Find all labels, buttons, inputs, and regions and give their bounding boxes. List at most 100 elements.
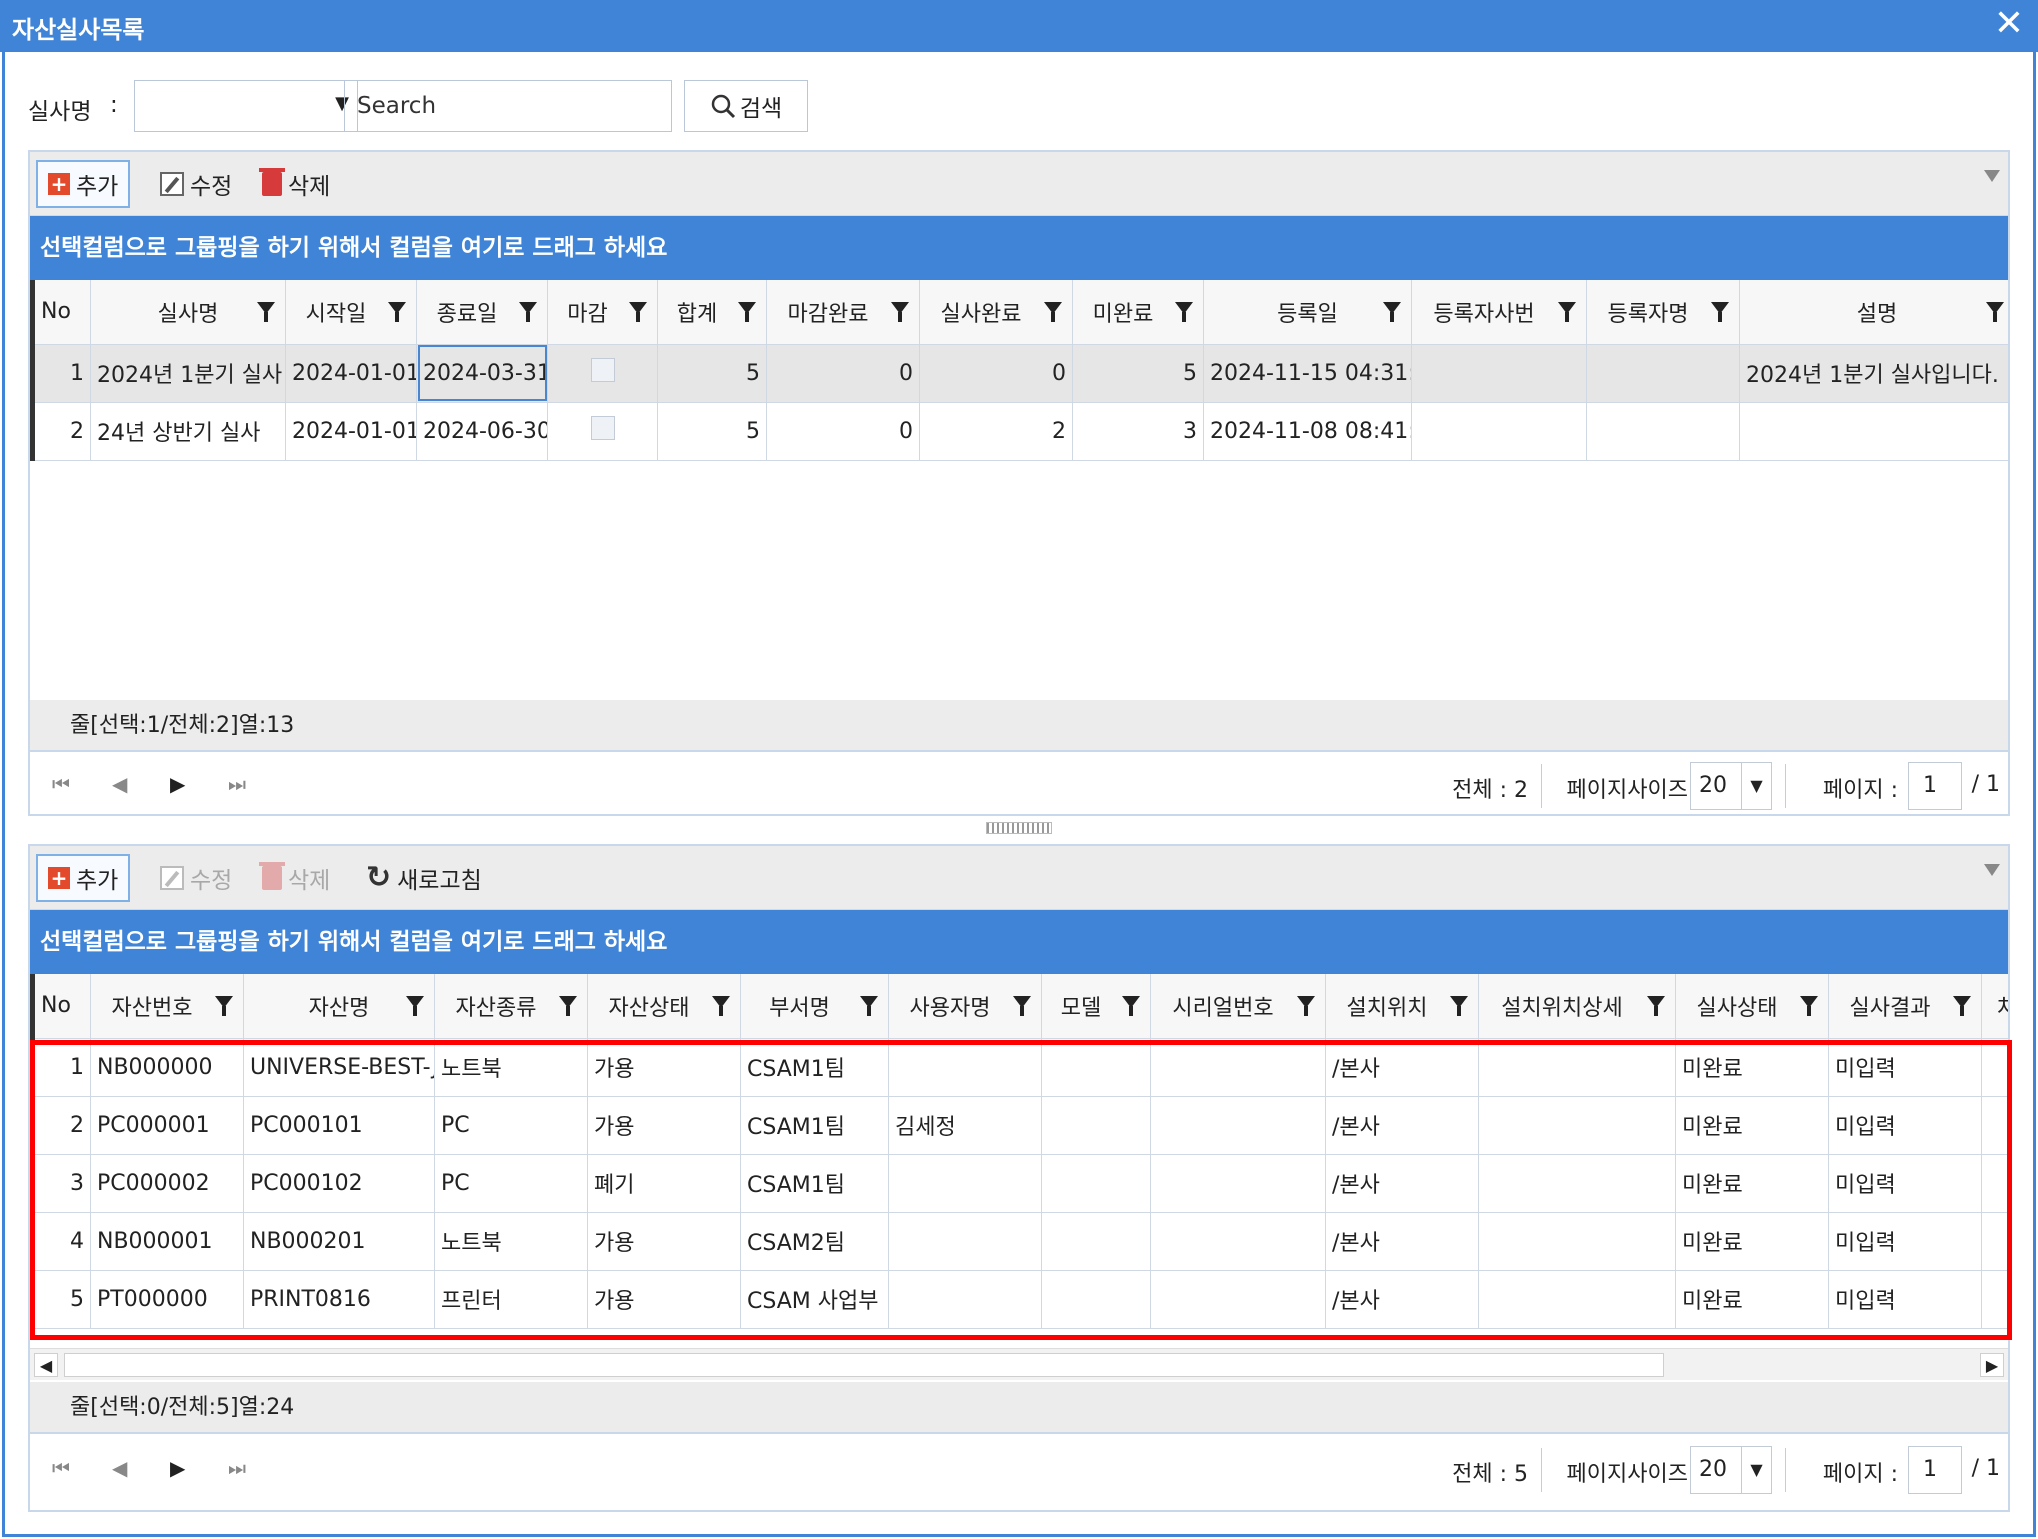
cell-desc[interactable]: [1739, 402, 2008, 461]
cell-asset-name[interactable]: UNIVERSE-BEST-J: [243, 1038, 435, 1097]
cell-incomplete[interactable]: 3: [1072, 402, 1204, 461]
cell-asset-name[interactable]: NB000201: [243, 1212, 435, 1271]
first-page-icon[interactable]: ⏮: [52, 1456, 70, 1480]
cell-user[interactable]: [888, 1154, 1042, 1213]
cell-asset-no[interactable]: PC000002: [90, 1154, 244, 1213]
cell-audit-state[interactable]: 미완료: [1675, 1038, 1829, 1097]
scroll-right-icon[interactable]: ▶: [1980, 1353, 2004, 1377]
cell-loc-detail[interactable]: [1478, 1154, 1676, 1213]
chevron-down-icon[interactable]: ▼: [1741, 1447, 1771, 1493]
filter-icon[interactable]: [1558, 302, 1576, 322]
filter-icon[interactable]: [1986, 302, 2004, 322]
cell-loc[interactable]: /본사: [1325, 1154, 1479, 1213]
cell-close-done[interactable]: 0: [766, 344, 920, 403]
col-header-no[interactable]: No: [30, 974, 91, 1039]
cell-more[interactable]: [1981, 1270, 2008, 1329]
col-header-loc[interactable]: 설치위치: [1325, 974, 1479, 1039]
col-header-reg-date[interactable]: 등록일: [1203, 280, 1412, 345]
col-header-dept[interactable]: 부서명: [740, 974, 889, 1039]
col-header-model[interactable]: 모델: [1041, 974, 1151, 1039]
cell-loc-detail[interactable]: [1478, 1270, 1676, 1329]
cell-type[interactable]: 노트북: [434, 1038, 588, 1097]
col-header-serial[interactable]: 시리얼번호: [1150, 974, 1326, 1039]
panel-splitter[interactable]: [986, 822, 1052, 834]
col-header-end[interactable]: 종료일: [416, 280, 548, 345]
cell-type[interactable]: 프린터: [434, 1270, 588, 1329]
cell-state[interactable]: 가용: [587, 1096, 741, 1155]
filter-icon[interactable]: [257, 302, 275, 322]
scroll-left-icon[interactable]: ◀: [34, 1353, 58, 1377]
cell-reg-date[interactable]: 2024-11-08 08:41:21: [1203, 402, 1412, 461]
col-header-audit-done[interactable]: 실사완료: [919, 280, 1073, 345]
col-header-reg-id[interactable]: 등록자사번: [1411, 280, 1587, 345]
cell-end[interactable]: 2024-03-31: [416, 344, 548, 403]
cell-asset-name[interactable]: PC000102: [243, 1154, 435, 1213]
cell-serial[interactable]: [1150, 1038, 1326, 1097]
col-header-asset-no[interactable]: 자산번호: [90, 974, 244, 1039]
table-row[interactable]: 2 24년 상반기 실사 2024-01-01 2024-06-30 5 0 2…: [30, 402, 2008, 461]
cell-audit-done[interactable]: 0: [919, 344, 1073, 403]
filter-icon[interactable]: [1450, 996, 1468, 1016]
cell-more[interactable]: [1981, 1212, 2008, 1271]
group-panel[interactable]: 선택컬럼으로 그룹핑을 하기 위해서 컬럼을 여기로 드래그 하세요: [30, 216, 2008, 280]
cell-user[interactable]: [888, 1212, 1042, 1271]
filter-icon[interactable]: [388, 302, 406, 322]
filter-icon[interactable]: [1044, 302, 1062, 322]
filter-icon[interactable]: [1647, 996, 1665, 1016]
cell-audit-result[interactable]: 미입력: [1828, 1038, 1982, 1097]
closed-checkbox[interactable]: [590, 416, 615, 440]
col-header-reg-name[interactable]: 등록자명: [1586, 280, 1740, 345]
col-header-audit-state[interactable]: 실사상태: [1675, 974, 1829, 1039]
cell-close-done[interactable]: 0: [766, 402, 920, 461]
cell-asset-no[interactable]: PC000001: [90, 1096, 244, 1155]
cell-audit-state[interactable]: 미완료: [1675, 1154, 1829, 1213]
col-header-state[interactable]: 자산상태: [587, 974, 741, 1039]
cell-more[interactable]: [1981, 1154, 2008, 1213]
cell-serial[interactable]: [1150, 1096, 1326, 1155]
col-header-closed[interactable]: 마감: [547, 280, 658, 345]
filter-icon[interactable]: [1711, 302, 1729, 322]
col-header-loc-detail[interactable]: 설치위치상세: [1478, 974, 1676, 1039]
cell-audit-result[interactable]: 미입력: [1828, 1096, 1982, 1155]
cell-desc[interactable]: 2024년 1분기 실사입니다.: [1739, 344, 2008, 403]
cell-reg-name[interactable]: [1586, 344, 1740, 403]
cell-audit-result[interactable]: 미입력: [1828, 1270, 1982, 1329]
cell-dept[interactable]: CSAM 사업부: [740, 1270, 889, 1329]
cell-reg-date[interactable]: 2024-11-15 04:31:36: [1203, 344, 1412, 403]
cell-model[interactable]: [1041, 1096, 1151, 1155]
last-page-icon[interactable]: ⏭: [228, 772, 246, 796]
cell-state[interactable]: 가용: [587, 1270, 741, 1329]
delete-button[interactable]: 삭제: [252, 160, 340, 208]
filter-icon[interactable]: [1122, 996, 1140, 1016]
edit-button[interactable]: 수정: [150, 854, 242, 902]
delete-button[interactable]: 삭제: [252, 854, 340, 902]
cell-more[interactable]: [1981, 1096, 2008, 1155]
cell-loc[interactable]: /본사: [1325, 1270, 1479, 1329]
col-header-close-done[interactable]: 마감완료: [766, 280, 920, 345]
cell-model[interactable]: [1041, 1038, 1151, 1097]
col-header-start[interactable]: 시작일: [285, 280, 417, 345]
cell-type[interactable]: PC: [434, 1096, 588, 1155]
cell-name[interactable]: 24년 상반기 실사: [90, 402, 286, 461]
cell-dept[interactable]: CSAM2팀: [740, 1212, 889, 1271]
cell-loc-detail[interactable]: [1478, 1212, 1676, 1271]
cell-total[interactable]: 5: [657, 344, 767, 403]
cell-start[interactable]: 2024-01-01: [285, 402, 417, 461]
cell-audit-state[interactable]: 미완료: [1675, 1212, 1829, 1271]
cell-user[interactable]: 김세정: [888, 1096, 1042, 1155]
cell-type[interactable]: 노트북: [434, 1212, 588, 1271]
refresh-button[interactable]: ↻ 새로고침: [356, 854, 492, 902]
cell-loc[interactable]: /본사: [1325, 1212, 1479, 1271]
cell-audit-state[interactable]: 미완료: [1675, 1096, 1829, 1155]
audit-name-combo[interactable]: ▼: [134, 80, 358, 132]
toolbar-menu-icon[interactable]: [1984, 864, 2000, 876]
cell-loc-detail[interactable]: [1478, 1096, 1676, 1155]
cell-asset-name[interactable]: PC000101: [243, 1096, 435, 1155]
cell-dept[interactable]: CSAM1팀: [740, 1038, 889, 1097]
cell-reg-id[interactable]: [1411, 402, 1587, 461]
col-header-type[interactable]: 자산종류: [434, 974, 588, 1039]
cell-loc-detail[interactable]: [1478, 1038, 1676, 1097]
cell-asset-no[interactable]: PT000000: [90, 1270, 244, 1329]
filter-icon[interactable]: [1800, 996, 1818, 1016]
cell-asset-no[interactable]: NB000001: [90, 1212, 244, 1271]
